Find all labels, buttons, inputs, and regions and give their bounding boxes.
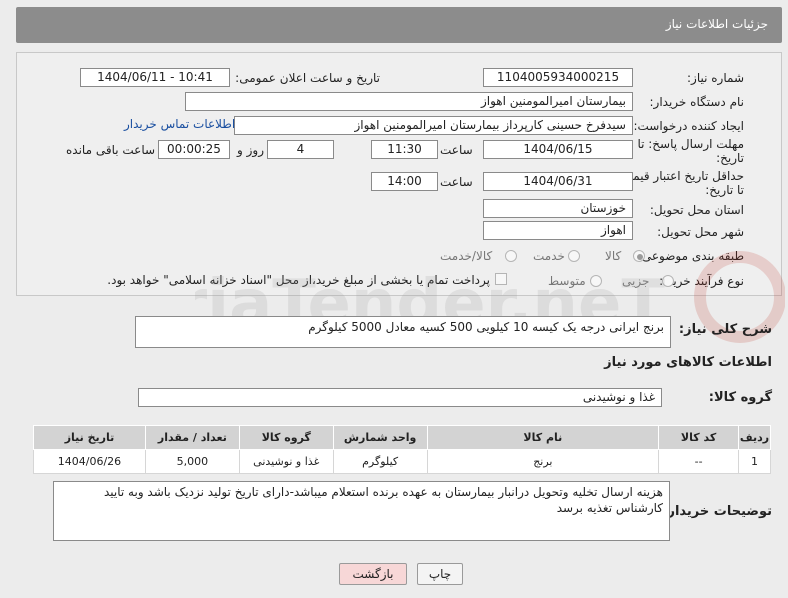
city-label: شهر محل تحویل: [657, 225, 744, 239]
buyer-notes-label: توضیحات خریدار: [662, 504, 772, 519]
col-goods-group: گروه کالا [238, 425, 334, 450]
goods-table-header: ردیف کد کالا نام کالا واحد شمارش گروه کا… [33, 425, 771, 450]
cell-quantity: 5,000 [144, 449, 240, 474]
remaining-time-field: 00:00:25 [158, 140, 230, 159]
category-radio-goods[interactable] [633, 250, 645, 262]
need-number-label: شماره نیاز: [687, 71, 744, 85]
summary-field: برنج ایرانی درجه یک کیسه 10 کیلویی 500 ک… [135, 316, 671, 348]
buyer-contact-link[interactable]: اطلاعات تماس خریدار [124, 117, 235, 131]
col-need-date: تاریخ نیاز [33, 425, 146, 450]
category-option-goods: کالا [605, 249, 622, 263]
creator-label: ایجاد کننده درخواست: [633, 119, 744, 133]
remaining-label: ساعت باقی مانده [66, 143, 156, 157]
cell-goods-code: -- [658, 449, 740, 474]
col-goods-name: نام کالا [426, 425, 660, 450]
city-field: اهواز [483, 221, 633, 240]
summary-label: شرح کلی نیاز: [678, 322, 772, 337]
price-validity-date-field: 1404/06/31 [483, 172, 633, 191]
table-row: 1 -- برنج کیلوگرم غذا و نوشیدنی 5,000 14… [33, 449, 771, 474]
announce-field: 1404/06/11 - 10:41 [80, 68, 230, 87]
category-radio-service[interactable] [568, 250, 580, 262]
page-header: جزئیات اطلاعات نیاز [16, 7, 782, 43]
col-quantity: تعداد / مقدار [144, 425, 240, 450]
province-label: استان محل تحویل: [649, 203, 744, 217]
cell-goods-name: برنج [426, 449, 660, 474]
category-option-goods-service: کالا/خدمت [440, 249, 493, 263]
col-unit: واحد شمارش [332, 425, 428, 450]
process-radio-medium[interactable] [590, 275, 602, 287]
col-goods-code: کد کالا [658, 425, 740, 450]
announce-label: تاریخ و ساعت اعلان عمومی: [235, 71, 380, 85]
reply-deadline-label: مهلت ارسال پاسخ: تا [637, 137, 744, 151]
cell-goods-group: غذا و نوشیدنی [238, 449, 334, 474]
treasury-payment-checkbox[interactable] [495, 273, 507, 285]
goods-group-label: گروه کالا: [708, 390, 772, 405]
buyer-notes-field: هزینه ارسال تخلیه وتحویل درانبار بیمارست… [53, 481, 670, 541]
reply-time-field: 11:30 [371, 140, 438, 159]
goods-table: ردیف کد کالا نام کالا واحد شمارش گروه کا… [33, 425, 771, 474]
reply-date-field: 1404/06/15 [483, 140, 633, 159]
need-number-field: 1104005934000215 [483, 68, 633, 87]
price-validity-time-field: 14:00 [371, 172, 438, 191]
reply-time-label: ساعت [440, 143, 473, 157]
buyer-label: نام دستگاه خریدار: [649, 95, 745, 109]
creator-field: سیدفرخ حسینی کارپرداز بیمارستان امیرالمو… [234, 116, 633, 135]
process-radio-minor[interactable] [662, 275, 674, 287]
print-button[interactable]: چاپ [417, 563, 463, 585]
price-validity-label: حداقل تاریخ اعتبار قیمت: [617, 169, 744, 183]
goods-section-title: اطلاعات کالاهای مورد نیاز [604, 355, 772, 370]
treasury-payment-note: پرداخت تمام یا بخشی از مبلغ خرید،از محل … [107, 273, 490, 287]
price-validity-time-label: ساعت [440, 175, 473, 189]
cell-unit: کیلوگرم [332, 449, 428, 474]
process-option-medium: متوسط [548, 274, 586, 288]
page-title: جزئیات اطلاعات نیاز [665, 17, 768, 31]
reply-deadline-label-2: تاریخ: [716, 151, 744, 165]
category-label: طبقه بندی موضوعی: [637, 249, 744, 263]
days-field: 4 [267, 140, 334, 159]
province-field: خوزستان [483, 199, 633, 218]
goods-group-field: غذا و نوشیدنی [138, 388, 662, 407]
category-option-service: خدمت [533, 249, 565, 263]
back-button[interactable]: بازگشت [339, 563, 407, 585]
col-row-number: ردیف [738, 425, 771, 450]
days-label: روز و [237, 143, 264, 157]
price-validity-label-2: تا تاریخ: [705, 183, 744, 197]
cell-row-number: 1 [738, 449, 771, 474]
category-radio-goods-service[interactable] [505, 250, 517, 262]
cell-need-date: 1404/06/26 [33, 449, 146, 474]
process-option-minor: جزیی [622, 274, 650, 288]
buyer-field: بیمارستان امیرالمومنین اهواز [185, 92, 633, 111]
